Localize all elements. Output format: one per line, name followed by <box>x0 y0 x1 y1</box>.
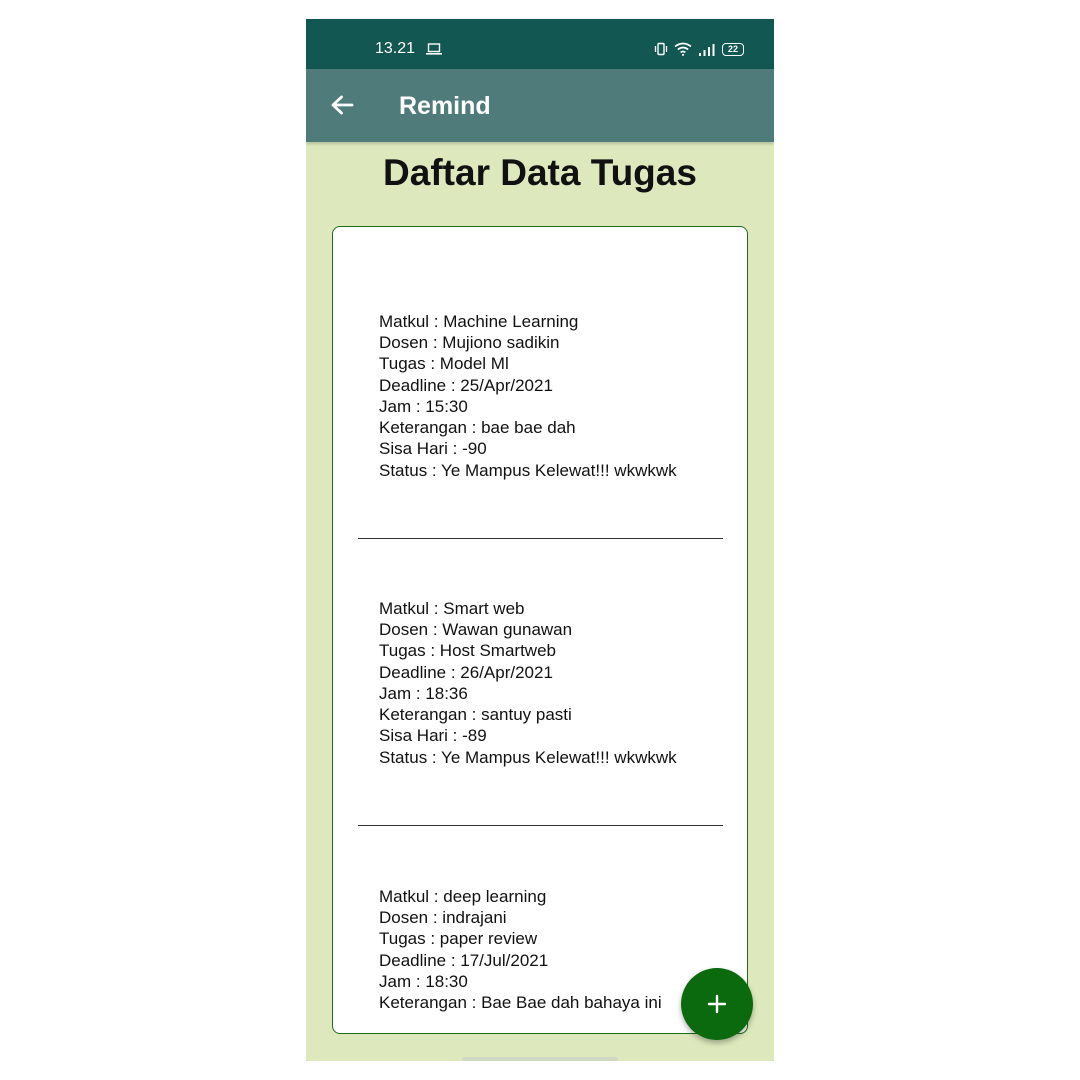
battery-icon: 22 <box>722 42 744 56</box>
wifi-icon <box>674 42 692 56</box>
task-matkul: Matkul : Machine Learning <box>379 312 579 331</box>
status-time: 13.21 <box>375 40 416 57</box>
task-matkul: Matkul : deep learning <box>379 887 547 906</box>
task-status: Status : Ye Mampus Kelewat!!! wkwkwk <box>379 748 677 767</box>
signal-icon <box>699 44 715 56</box>
battery-level: 22 <box>727 43 738 54</box>
status-bar: 13.21 22 <box>306 19 774 69</box>
task-keterangan: Keterangan : Bae Bae dah bahaya ini <box>379 993 662 1012</box>
add-task-button[interactable] <box>681 968 753 1040</box>
task-keterangan: Keterangan : santuy pasti <box>379 705 572 724</box>
task-deadline: Deadline : 26/Apr/2021 <box>379 663 553 682</box>
task-tugas: Tugas : Model Ml <box>379 354 509 373</box>
task-jam: Jam : 15:30 <box>379 397 468 416</box>
app-bar: Remind <box>306 69 774 142</box>
task-dosen: Dosen : indrajani <box>379 908 507 927</box>
task-sisa-hari: Sisa Hari : -90 <box>379 439 487 458</box>
arrow-left-icon[interactable] <box>328 91 356 119</box>
task-dosen: Dosen : Wawan gunawan <box>379 620 573 639</box>
task-list-card: Matkul : Machine Learning Dosen : Mujion… <box>332 226 748 1034</box>
home-indicator[interactable] <box>462 1057 618 1061</box>
app-title: Remind <box>399 92 491 120</box>
plus-icon <box>707 994 727 1014</box>
page-title: Daftar Data Tugas <box>383 152 697 193</box>
phone-screen: 13.21 22 Remind Daftar Data Tugas Matkul… <box>306 19 774 1061</box>
status-icons: 22 <box>654 41 744 57</box>
task-tugas: Tugas : paper review <box>379 929 538 948</box>
divider <box>358 825 723 826</box>
task-tugas: Tugas : Host Smartweb <box>379 641 556 660</box>
vibrate-icon <box>654 42 668 56</box>
task-matkul: Matkul : Smart web <box>379 599 525 618</box>
task-jam: Jam : 18:36 <box>379 684 468 703</box>
divider <box>358 538 723 539</box>
task-deadline: Deadline : 17/Jul/2021 <box>379 951 549 970</box>
task-deadline: Deadline : 25/Apr/2021 <box>379 376 553 395</box>
task-sisa-hari: Sisa Hari : -89 <box>379 726 487 745</box>
task-jam: Jam : 18:30 <box>379 972 468 991</box>
task-keterangan: Keterangan : bae bae dah <box>379 418 576 437</box>
task-status: Status : Ye Mampus Kelewat!!! wkwkwk <box>379 461 677 480</box>
laptop-icon <box>426 43 442 55</box>
task-dosen: Dosen : Mujiono sadikin <box>379 333 560 352</box>
